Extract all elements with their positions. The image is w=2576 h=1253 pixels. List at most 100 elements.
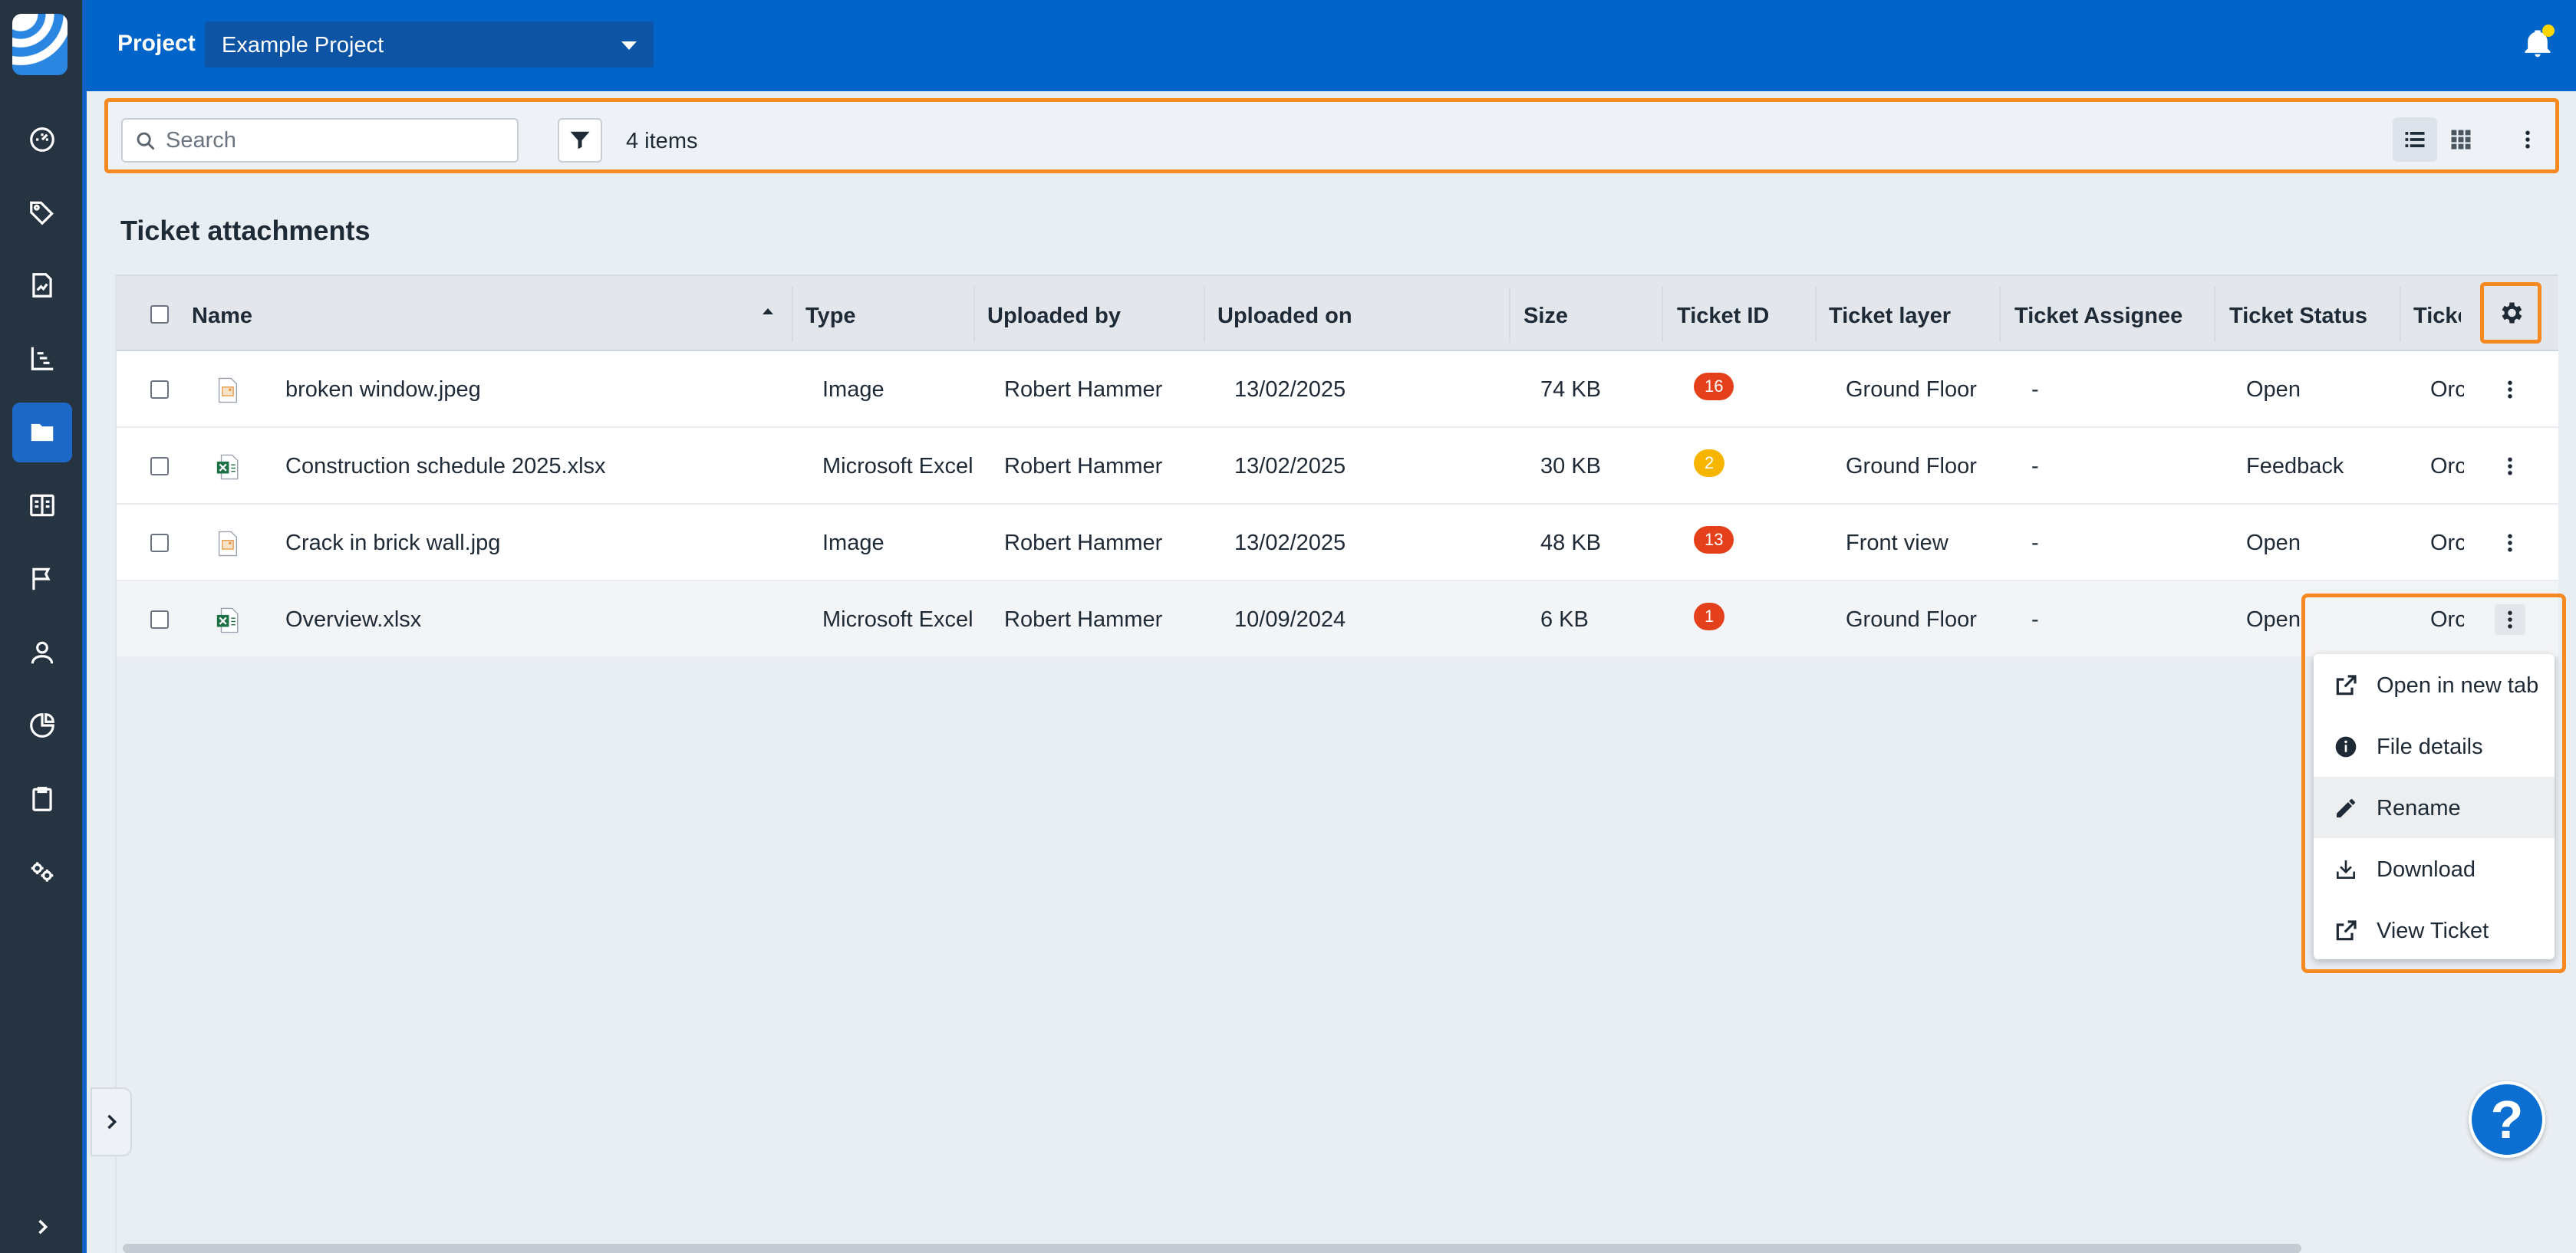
column-header-ticket-status[interactable]: Ticket Status [2229,304,2367,329]
gantt-chart-icon[interactable] [12,328,72,388]
menu-item-label: Download [2377,857,2476,882]
grid-view-button[interactable] [2439,117,2483,162]
ticket-status: Open [2246,531,2301,555]
ticket-id-badge[interactable]: 16 [1694,373,1734,400]
more-vertical-icon [2508,380,2512,399]
notification-dot [2542,25,2555,37]
row-more-button[interactable] [2495,528,2525,558]
row-checkbox[interactable] [150,457,169,475]
toolbar-more-button[interactable] [2512,117,2543,162]
table-row[interactable]: Overview.xlsx Microsoft Excel Robert Ham… [117,581,2558,658]
uploaded-on: 13/02/2025 [1234,454,1346,479]
row-context-menu: Open in new tab File details Rename Down… [2314,654,2555,959]
menu-item-file-details[interactable]: File details [2314,715,2555,777]
more-vertical-icon [2508,457,2512,475]
filter-button[interactable] [558,118,602,163]
ticket-id-badge[interactable]: 13 [1694,526,1734,554]
column-divider [2214,287,2215,342]
row-checkbox[interactable] [150,534,169,552]
column-header-size[interactable]: Size [1524,304,1568,329]
column-divider [1509,287,1510,342]
ticket-extra: Orc [2430,377,2464,402]
file-type: Image [822,377,884,402]
table-row[interactable]: Construction schedule 2025.xlsx Microsof… [117,428,2558,505]
file-name[interactable]: broken window.jpeg [285,377,481,403]
column-header-uploaded-by[interactable]: Uploaded by [987,304,1121,329]
column-header-uploaded-on[interactable]: Uploaded on [1217,304,1352,329]
table-row[interactable]: broken window.jpeg Image Robert Hammer 1… [117,351,2558,428]
project-select[interactable]: Example Project [205,21,654,67]
row-more-button[interactable] [2495,374,2525,405]
ticket-layer: Ground Floor [1846,454,1977,479]
column-divider [2400,287,2401,342]
ticket-id-badge[interactable]: 1 [1694,603,1725,630]
ticket-id-badge[interactable]: 2 [1694,449,1725,477]
clipboard-icon[interactable] [12,769,72,829]
uploaded-by: Robert Hammer [1004,531,1163,555]
file-size: 6 KB [1540,607,1589,632]
table-header: Name Type Uploaded by Uploaded on Size T… [117,275,2558,351]
flag-icon[interactable] [12,549,72,609]
search-box[interactable] [121,118,519,163]
file-size: 30 KB [1540,454,1601,479]
pie-chart-icon[interactable] [12,696,72,755]
table-settings-button[interactable] [2480,282,2541,344]
ticket-assignee: - [2031,454,2039,479]
menu-item-label: Rename [2377,796,2461,821]
folder-icon[interactable] [12,403,72,462]
search-input[interactable] [166,127,503,153]
notification-bell-icon[interactable] [2521,25,2555,60]
menu-item-open-in-new-tab[interactable]: Open in new tab [2314,654,2555,715]
column-divider [1815,287,1817,342]
ledger-icon[interactable] [12,475,72,535]
dashboard-icon[interactable] [12,110,72,169]
expand-panel-handle[interactable] [91,1087,132,1156]
image-file-icon [218,377,238,403]
ticket-layer: Front view [1846,531,1948,555]
column-header-ticket-assignee[interactable]: Ticket Assignee [2014,304,2182,329]
attachments-table: Name Type Uploaded by Uploaded on Size T… [115,275,2558,1253]
file-name[interactable]: Crack in brick wall.jpg [285,531,500,556]
menu-item-label: View Ticket [2377,919,2489,943]
row-more-button[interactable] [2495,451,2525,482]
column-header-ticket-layer[interactable]: Ticket layer [1829,304,1951,329]
table-row[interactable]: Crack in brick wall.jpg Image Robert Ham… [117,505,2558,581]
filter-icon [570,131,590,150]
ticket-assignee: - [2031,531,2039,555]
excel-file-icon [216,607,239,633]
uploaded-by: Robert Hammer [1004,607,1163,632]
app-logo[interactable] [12,14,68,75]
column-divider [1204,287,1205,342]
file-type: Microsoft Excel [822,607,973,632]
info-icon [2335,736,2357,758]
menu-item-label: Open in new tab [2377,673,2539,698]
report-edit-icon[interactable] [12,255,72,315]
pencil-icon [2337,799,2355,817]
ticket-status: Open [2246,607,2301,632]
menu-item-rename[interactable]: Rename [2314,777,2555,838]
menu-item-view-ticket[interactable]: View Ticket [2314,899,2555,959]
file-name[interactable]: Overview.xlsx [285,607,421,633]
user-icon[interactable] [12,623,72,682]
chevron-right-icon [107,1114,117,1130]
column-header-type[interactable]: Type [805,304,856,329]
more-vertical-icon [2525,130,2530,149]
menu-item-label: File details [2377,735,2483,759]
column-header-truncated[interactable]: Ticke [2413,304,2461,329]
help-button[interactable]: ? [2469,1081,2545,1158]
horizontal-scrollbar[interactable] [123,1244,2301,1253]
select-all-checkbox[interactable] [150,305,169,324]
file-name[interactable]: Construction schedule 2025.xlsx [285,454,606,479]
project-select-value: Example Project [222,33,384,58]
settings-gears-icon[interactable] [12,842,72,902]
expand-sidebar-icon[interactable] [23,1208,61,1246]
uploaded-by: Robert Hammer [1004,377,1163,402]
list-view-button[interactable] [2393,117,2437,162]
tag-icon[interactable] [12,183,72,242]
menu-item-download[interactable]: Download [2314,838,2555,899]
uploaded-on: 13/02/2025 [1234,531,1346,555]
column-header-ticket-id[interactable]: Ticket ID [1677,304,1769,329]
row-checkbox[interactable] [150,380,169,399]
row-checkbox[interactable] [150,610,169,629]
column-header-name[interactable]: Name [192,304,252,329]
